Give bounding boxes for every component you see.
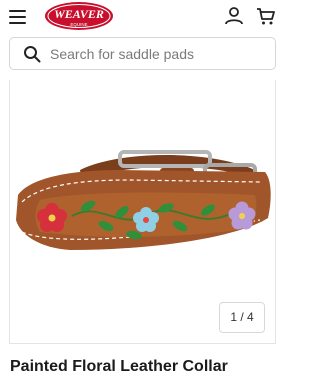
search-icon[interactable] (23, 45, 41, 63)
product-title: Painted Floral Leather Collar (10, 358, 228, 375)
search-input[interactable] (50, 44, 265, 64)
account-icon[interactable] (224, 6, 244, 26)
image-counter: 1 / 4 (219, 302, 265, 333)
search-bar[interactable] (9, 37, 276, 70)
header: WEAVER EQUINE (0, 0, 285, 34)
product-image[interactable] (10, 140, 277, 290)
cart-icon[interactable] (256, 6, 276, 26)
product-gallery[interactable]: 1 / 4 (9, 80, 276, 344)
svg-text:EQUINE: EQUINE (70, 22, 87, 27)
svg-text:WEAVER: WEAVER (54, 7, 104, 21)
hamburger-menu-icon[interactable] (9, 8, 27, 24)
weaver-equine-logo[interactable]: WEAVER EQUINE (43, 1, 115, 31)
